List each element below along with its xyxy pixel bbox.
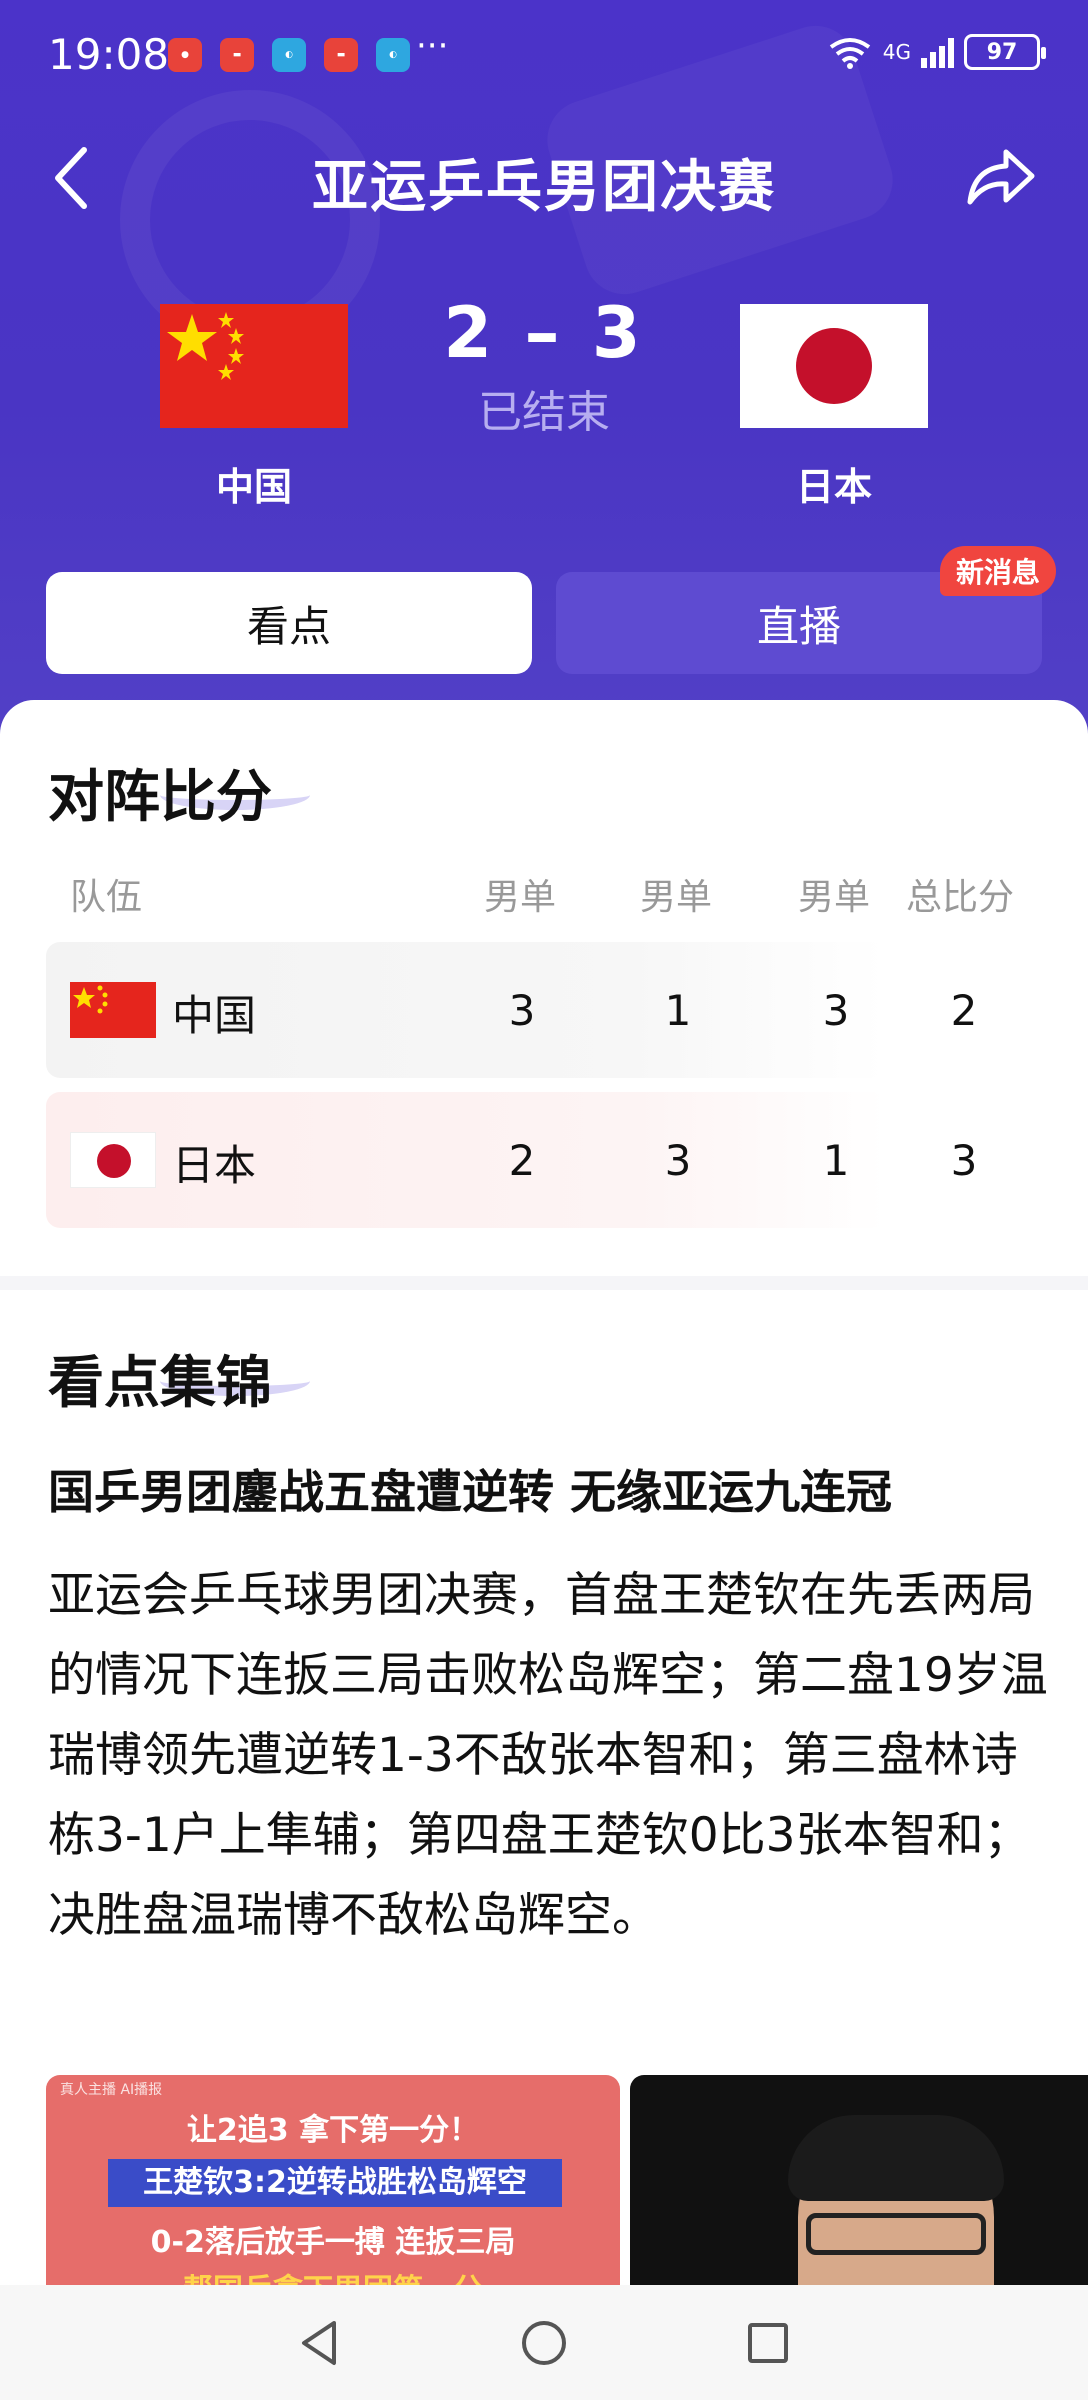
score-cell: 3 [822, 986, 850, 1035]
video-caption: 让2追3 拿下第一分！ [186, 2113, 480, 2148]
person-glasses [806, 2213, 986, 2255]
column-header-total: 总比分 [906, 877, 1015, 918]
team-name: 中国 [172, 991, 257, 1040]
score-cell: 1 [664, 986, 692, 1035]
share-button[interactable] [962, 142, 1038, 214]
app-notification-icon: ● [168, 38, 202, 72]
network-type: 4G [882, 40, 911, 64]
status-time: 19:08 [48, 30, 170, 79]
video-caption: 王楚钦3:2逆转战胜松岛辉空 [108, 2159, 562, 2207]
column-header-singles-3: 男单 [798, 877, 871, 918]
system-navigation-bar [0, 2285, 1088, 2400]
person-hair [788, 2115, 1004, 2201]
column-header-singles-2: 男单 [640, 877, 713, 918]
nav-home-icon[interactable] [514, 2313, 574, 2373]
video-caption: 帮国乒拿下男团第一分 [46, 2265, 620, 2285]
column-header-team: 队伍 [70, 877, 143, 918]
page-title: 亚运乒乓男团决赛 [312, 155, 776, 220]
video-caption: 0-2落后放手一搏 连扳三局 [150, 2225, 516, 2260]
lineup-title: 对阵比分 [48, 765, 272, 830]
status-bar: 19:08 ● ▬ ◐ ▬ ◐ ··· 4G 97 [0, 0, 1088, 110]
score-cell: 2 [508, 1136, 536, 1185]
more-notifications-icon: ··· [416, 26, 449, 66]
battery-level: 97 [986, 39, 1018, 65]
notification-icons: ● ▬ ◐ ▬ ◐ [168, 38, 410, 72]
score-cell: 3 [664, 1136, 692, 1185]
battery-icon: 97 [964, 34, 1046, 70]
team-name: 日本 [172, 1141, 257, 1190]
new-message-badge: 新消息 [940, 546, 1057, 596]
article-headline[interactable]: 国乒男团鏖战五盘遭逆转 无缘亚运九连冠 [48, 1456, 892, 1522]
app-notification-icon: ▬ [324, 38, 358, 72]
home-team-name: 中国 [215, 465, 292, 509]
score-cell: 1 [822, 1136, 850, 1185]
japan-flag [740, 304, 928, 428]
table-row-china: 中国 [46, 942, 886, 1078]
nav-recents-icon[interactable] [738, 2313, 798, 2373]
wifi-icon [829, 38, 870, 69]
video-tag: 真人主播 AI播报 [60, 2082, 163, 2098]
app-notification-icon: ▬ [220, 38, 254, 72]
japan-flag-sun [796, 328, 872, 404]
score-cell: 3 [508, 986, 536, 1035]
table-row-japan: 日本 [46, 1092, 886, 1228]
section-divider [0, 1276, 1088, 1290]
tab-highlights[interactable]: 看点 [46, 572, 532, 674]
total-score-cell: 2 [950, 986, 978, 1035]
video-thumbnail-1[interactable]: 真人主播 AI播报 让2追3 拿下第一分！ 王楚钦3:2逆转战胜松岛辉空 0-2… [46, 2075, 620, 2285]
article-body: 亚运会乒乓球男团决赛，首盘王楚钦在先丢两局的情况下连扳三局击败松岛辉空；第二盘1… [48, 1568, 1048, 1943]
signal-icon [921, 36, 954, 68]
app-notification-icon: ◐ [376, 38, 410, 72]
china-flag [70, 982, 156, 1038]
video-thumbnail-2[interactable] [630, 2075, 1088, 2285]
japan-flag [70, 1132, 156, 1188]
away-team-name: 日本 [795, 465, 872, 509]
highlights-title: 看点集锦 [48, 1351, 272, 1416]
nav-back-icon[interactable] [290, 2313, 350, 2373]
total-score-cell: 3 [950, 1136, 978, 1185]
app-notification-icon: ◐ [272, 38, 306, 72]
system-icons: 4G 97 [827, 34, 1046, 70]
japan-flag-sun [97, 1144, 131, 1178]
match-header: 19:08 ● ▬ ◐ ▬ ◐ ··· 4G 97 亚运乒乓男团决赛 中国 2 … [0, 0, 1088, 740]
column-header-singles-1: 男单 [484, 877, 557, 918]
